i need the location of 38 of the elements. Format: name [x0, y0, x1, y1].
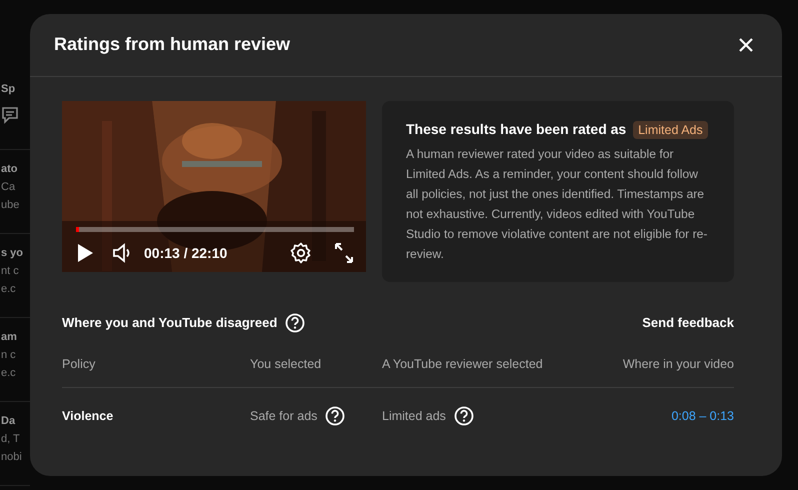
comment-icon[interactable]: [1, 106, 19, 124]
dialog-title: Ratings from human review: [54, 34, 290, 56]
help-icon[interactable]: [325, 406, 346, 426]
column-header: A YouTube reviewer selected: [382, 356, 543, 371]
volume-icon[interactable]: [112, 242, 132, 264]
background-text: nobi: [1, 450, 22, 465]
result-heading: These results have been rated as: [406, 121, 628, 137]
help-icon[interactable]: [454, 406, 474, 426]
background-text: d, T: [1, 432, 20, 447]
background-text: s yo: [1, 246, 24, 261]
progress-track[interactable]: [76, 227, 354, 232]
table-cell-text: Safe for ads: [250, 408, 318, 425]
background-text: e.c: [1, 282, 16, 297]
column-header: Policy: [62, 356, 96, 371]
help-icon[interactable]: [285, 312, 306, 333]
background-text: e.c: [1, 366, 16, 381]
rating-tag: Limited Ads: [633, 121, 708, 139]
settings-icon[interactable]: [290, 242, 312, 264]
table-cell-text: Limited ads: [382, 408, 446, 425]
result-description: A human reviewer rated your video as suitable for Limited Ads. As a reminder, your content should follow all policies, not just the ones identified. Timestamps are not exhaustive. Currently, videos edited with YouTube Studio to remove violative content are not eligible for re-review.: [406, 146, 708, 263]
send-feedback-link[interactable]: Send feedback: [642, 312, 734, 332]
timestamp-link[interactable]: 0:08 – 0:13: [671, 406, 734, 426]
background-text: ato: [1, 162, 18, 177]
play-icon[interactable]: [76, 242, 94, 264]
fullscreen-icon[interactable]: [334, 242, 354, 264]
section-title: Where you and YouTube disagreed: [62, 314, 278, 332]
background-text: n c: [1, 348, 16, 363]
column-header: You selected: [250, 356, 322, 371]
table-cell-text: Violence: [62, 408, 114, 425]
background-text: ube: [1, 198, 20, 213]
video-time: 00:13 / 22:10: [144, 244, 228, 262]
background-text: Ca: [1, 180, 16, 195]
close-icon: [738, 37, 754, 53]
background-text: am: [1, 330, 17, 345]
background-text: nt c: [1, 264, 19, 279]
background-text: Da: [1, 414, 16, 429]
background-text: Sp: [1, 82, 16, 97]
column-header: Where in your video: [622, 356, 734, 371]
